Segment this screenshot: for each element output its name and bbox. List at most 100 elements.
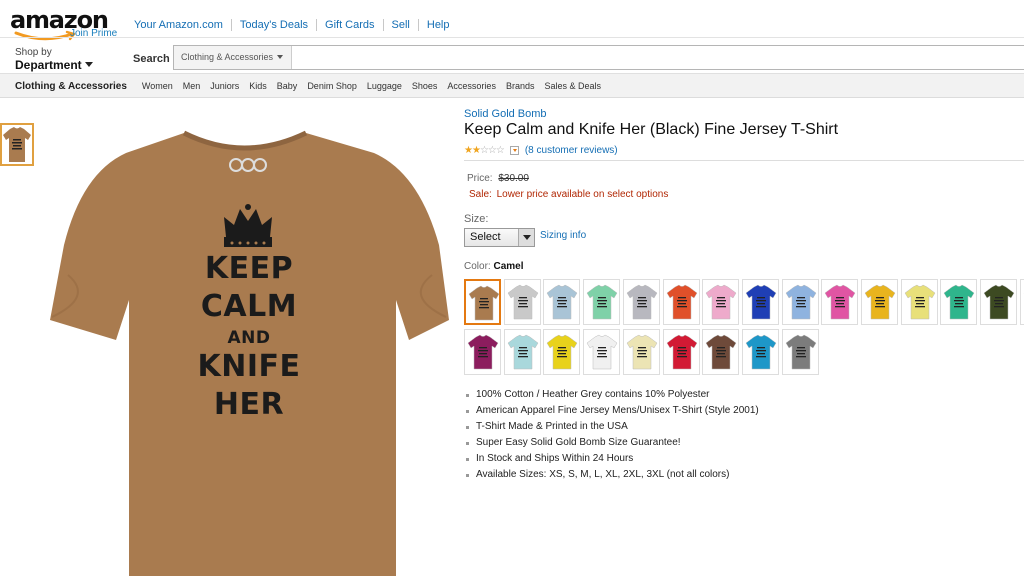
subnav-item-accessories[interactable]: Accessories [447, 81, 496, 91]
tshirt-swatch-icon [468, 285, 500, 321]
search-input[interactable]: Clothing & Accessories [173, 45, 1024, 70]
chevron-down-icon [277, 55, 284, 59]
list-item: Available Sizes: XS, S, M, L, XL, 2XL, 3… [466, 469, 759, 485]
subnav-item-brands[interactable]: Brands [506, 81, 535, 91]
list-item: Super Easy Solid Gold Bomb Size Guarante… [466, 437, 759, 453]
color-swatch[interactable] [1020, 279, 1024, 325]
feature-list: 100% Cotton / Heather Grey contains 10% … [466, 389, 759, 485]
search-category-text: Clothing & Accessories [181, 52, 274, 62]
shirt-print-her: HER [213, 387, 285, 422]
color-swatch[interactable] [464, 279, 501, 325]
subnav-item-shoes[interactable]: Shoes [412, 81, 438, 91]
amazon-logo[interactable]: amazon Join Prime [10, 6, 120, 44]
header-divider [0, 37, 1024, 38]
tshirt-swatch-icon [943, 284, 975, 320]
tshirt-thumbnail-icon [3, 127, 31, 162]
star-half-icon: ★ [471, 145, 481, 156]
chevron-down-icon[interactable] [509, 146, 519, 155]
tshirt-swatch-icon [785, 334, 817, 370]
sale-text: Lower price available on select options [496, 189, 669, 200]
color-swatch[interactable] [702, 329, 739, 375]
tshirt-swatch-icon [745, 334, 777, 370]
tshirt-swatch-icon [586, 284, 618, 320]
tshirt-swatch-icon [586, 334, 618, 370]
subnav-item-baby[interactable]: Baby [277, 81, 298, 91]
color-swatch[interactable] [742, 329, 779, 375]
product-main-image[interactable]: KEEP CALM AND KNIFE HER [44, 125, 454, 576]
color-swatch[interactable] [782, 329, 819, 375]
price-old: $30.00 [498, 173, 529, 184]
nav-todays-deals[interactable]: Today's Deals [230, 19, 316, 31]
department-label: Department [15, 58, 93, 72]
color-swatch[interactable] [663, 329, 700, 375]
sizing-info-link[interactable]: Sizing info [540, 230, 586, 241]
department-text: Department [15, 58, 82, 72]
color-swatch[interactable] [543, 329, 580, 375]
search-category-dropdown[interactable]: Clothing & Accessories [174, 46, 292, 69]
shop-by-department-button[interactable]: Shop by Department [15, 47, 93, 72]
color-swatch[interactable] [702, 279, 739, 325]
size-select-value: Select [470, 231, 501, 243]
color-swatch[interactable] [821, 279, 858, 325]
price-row: Price: $30.00 [467, 173, 529, 184]
color-swatch[interactable] [583, 329, 620, 375]
tshirt-swatch-icon [785, 284, 817, 320]
tshirt-swatch-icon [626, 284, 658, 320]
product-thumbnail[interactable] [0, 123, 34, 166]
subnav-item-denim-shop[interactable]: Denim Shop [307, 81, 357, 91]
subnav-item-juniors[interactable]: Juniors [210, 81, 239, 91]
size-label: Size: [464, 213, 489, 225]
color-swatch[interactable] [940, 279, 977, 325]
color-swatch[interactable] [742, 279, 779, 325]
tshirt-swatch-icon [666, 284, 698, 320]
color-swatch[interactable] [543, 279, 580, 325]
price-label: Price: [467, 173, 493, 184]
tshirt-swatch-icon [546, 284, 578, 320]
list-item: American Apparel Fine Jersey Mens/Unisex… [466, 405, 759, 421]
color-value: Camel [493, 261, 524, 272]
tshirt-swatch-icon [467, 334, 499, 370]
nav-your-amazon[interactable]: Your Amazon.com [134, 19, 231, 31]
color-label-text: Color: [464, 261, 491, 272]
color-label: Color: Camel [464, 261, 523, 272]
subnav-item-kids[interactable]: Kids [249, 81, 267, 91]
color-swatch[interactable] [504, 279, 541, 325]
chevron-down-icon [84, 62, 93, 67]
color-swatch[interactable] [623, 279, 660, 325]
color-swatch[interactable] [583, 279, 620, 325]
tshirt-swatch-icon [745, 284, 777, 320]
color-swatch[interactable] [980, 279, 1017, 325]
color-swatch[interactable] [901, 279, 938, 325]
sale-label: Sale: [469, 189, 492, 200]
tshirt-swatch-icon [626, 334, 658, 370]
sale-row: Sale: Lower price available on select op… [469, 189, 668, 200]
subnav-item-women[interactable]: Women [142, 81, 173, 91]
tshirt-swatch-icon [546, 334, 578, 370]
shirt-print-and: AND [227, 328, 271, 348]
tshirt-swatch-icon [705, 284, 737, 320]
search-label: Search [133, 53, 170, 65]
star-rating-icon[interactable]: ★★☆☆☆ [464, 145, 505, 156]
subnav-item-men[interactable]: Men [183, 81, 201, 91]
tshirt-swatch-icon [824, 284, 856, 320]
list-item: 100% Cotton / Heather Grey contains 10% … [466, 389, 759, 405]
top-nav: Your Amazon.com Today's Deals Gift Cards… [134, 19, 458, 31]
color-swatch[interactable] [464, 329, 501, 375]
color-swatch[interactable] [861, 279, 898, 325]
product-title: Keep Calm and Knife Her (Black) Fine Jer… [464, 121, 839, 138]
list-item: In Stock and Ships Within 24 Hours [466, 453, 759, 469]
subnav-item-luggage[interactable]: Luggage [367, 81, 402, 91]
nav-help[interactable]: Help [417, 19, 458, 31]
size-select[interactable]: Select [464, 228, 535, 247]
color-swatch[interactable] [623, 329, 660, 375]
color-swatch[interactable] [504, 329, 541, 375]
nav-sell[interactable]: Sell [382, 19, 418, 31]
color-swatch[interactable] [782, 279, 819, 325]
brand-link[interactable]: Solid Gold Bomb [464, 108, 547, 120]
customer-reviews-link[interactable]: (8 customer reviews) [525, 145, 618, 156]
color-swatch[interactable] [663, 279, 700, 325]
subnav-clothing-accessories[interactable]: Clothing & Accessories [15, 81, 127, 92]
nav-gift-cards[interactable]: Gift Cards [316, 19, 383, 31]
chevron-down-icon [518, 229, 534, 246]
subnav-item-sales-deals[interactable]: Sales & Deals [544, 81, 601, 91]
